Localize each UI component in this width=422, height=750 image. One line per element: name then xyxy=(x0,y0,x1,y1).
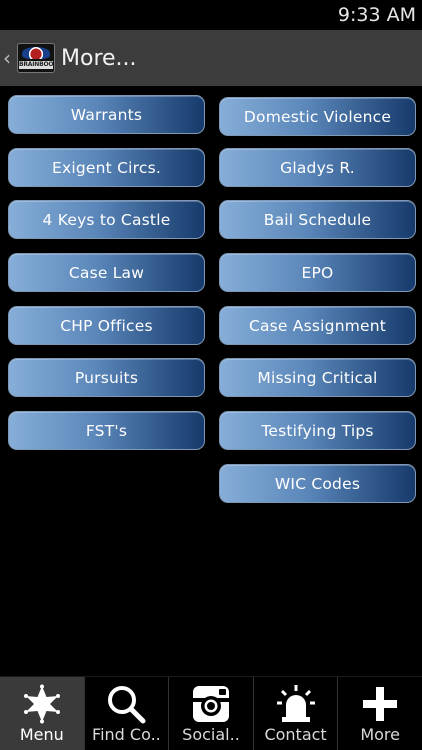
case-law-button[interactable]: Case Law xyxy=(8,253,205,292)
chevron-left-icon[interactable]: ‹ xyxy=(3,48,17,68)
nav-label-more: More xyxy=(360,725,400,744)
nav-item-social[interactable]: Social.. xyxy=(169,677,254,750)
epo-button[interactable]: EPO xyxy=(219,253,416,292)
nav-item-find[interactable]: Find Co.. xyxy=(85,677,170,750)
bottom-nav: Menu Find Co.. Social.. Contact More xyxy=(0,676,422,750)
nav-item-more[interactable]: More xyxy=(338,677,422,750)
testifying-tips-button[interactable]: Testifying Tips xyxy=(219,411,416,450)
case-assignment-button[interactable]: Case Assignment xyxy=(219,306,416,345)
missing-critical-button[interactable]: Missing Critical xyxy=(219,358,416,397)
instagram-icon xyxy=(192,686,229,722)
siren-icon xyxy=(276,685,315,722)
chp-offices-button[interactable]: CHP Offices xyxy=(8,306,205,345)
bail-schedule-button[interactable]: Bail Schedule xyxy=(219,200,416,239)
search-icon xyxy=(108,686,146,724)
sheriff-star-icon xyxy=(23,684,60,724)
nav-item-menu[interactable]: Menu xyxy=(0,677,85,750)
domestic-violence-button[interactable]: Domestic Violence xyxy=(219,97,416,136)
app-logo[interactable]: BRAINBOOK xyxy=(17,43,55,73)
nav-item-contact[interactable]: Contact xyxy=(254,677,339,750)
status-time: 9:33 AM xyxy=(337,4,416,26)
page-title: More... xyxy=(61,45,137,71)
action-bar: ‹ BRAINBOOK More... xyxy=(0,30,422,86)
four-keys-button[interactable]: 4 Keys to Castle xyxy=(8,200,205,239)
exigent-circs-button[interactable]: Exigent Circs. xyxy=(8,148,205,187)
status-bar: 9:33 AM xyxy=(0,0,422,30)
nav-label-social: Social.. xyxy=(182,725,240,744)
plus-icon xyxy=(363,687,398,721)
logo-text: BRAINBOOK xyxy=(19,61,55,69)
nav-label-find: Find Co.. xyxy=(92,725,161,744)
nav-label-menu: Menu xyxy=(19,725,64,744)
logo-emblem xyxy=(22,47,50,59)
fsts-button[interactable]: FST's xyxy=(8,411,205,450)
warrants-button[interactable]: Warrants xyxy=(8,95,205,134)
wic-codes-button[interactable]: WIC Codes xyxy=(219,464,416,503)
nav-label-contact: Contact xyxy=(264,725,327,744)
gladys-r-button[interactable]: Gladys R. xyxy=(219,148,416,187)
pursuits-button[interactable]: Pursuits xyxy=(8,358,205,397)
